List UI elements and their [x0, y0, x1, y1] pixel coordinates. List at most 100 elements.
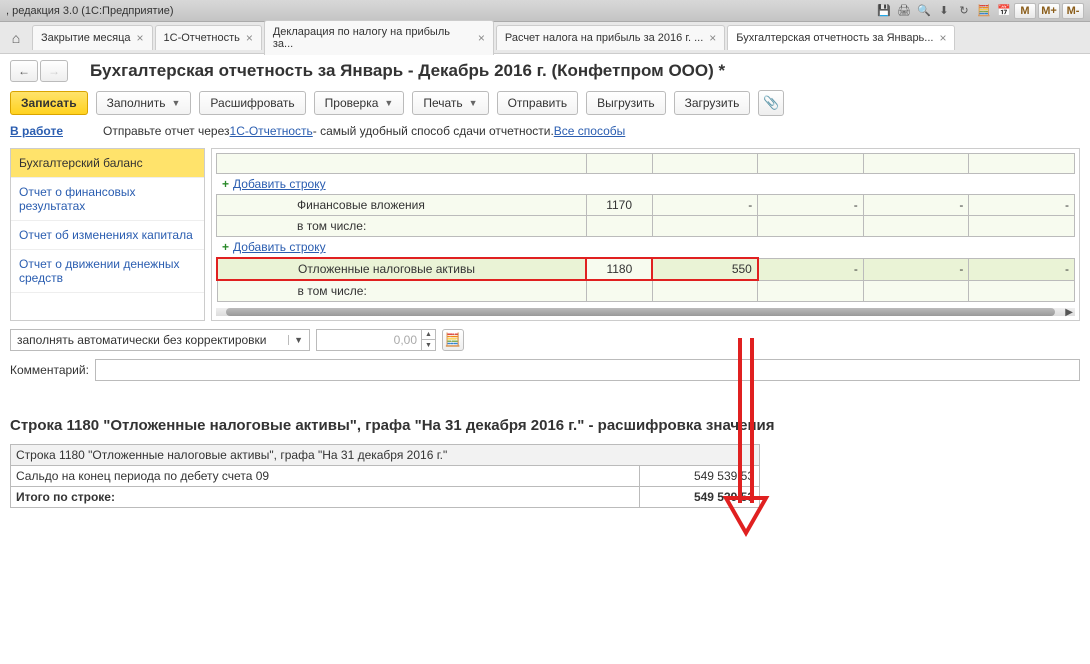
close-icon[interactable]: ×	[137, 31, 144, 45]
tab-accounting-report[interactable]: Бухгалтерская отчетность за Январь... ×	[727, 25, 955, 50]
scroll-right-icon[interactable]: ▶	[1065, 307, 1073, 318]
cell-code: 1170	[586, 195, 652, 216]
breakdown-header-text: Строка 1180 "Отложенные налоговые активы…	[11, 445, 760, 466]
refresh-icon[interactable]: ↻	[956, 3, 972, 19]
row-fin-invest[interactable]: Финансовые вложения 1170 ----	[217, 195, 1075, 216]
tab-label: Расчет налога на прибыль за 2016 г. ...	[505, 32, 703, 44]
add-row-link[interactable]: + Добавить строку	[216, 174, 1075, 194]
close-icon[interactable]: ×	[246, 31, 253, 45]
breakdown-header: Строка 1180 "Отложенные налоговые активы…	[11, 445, 760, 466]
row-including[interactable]: в том числе:	[217, 216, 1075, 237]
cell-name: в том числе:	[217, 280, 586, 302]
cell-name: в том числе:	[217, 216, 587, 237]
select-value: заполнять автоматически без корректировк…	[17, 333, 267, 347]
cell-code: 1180	[586, 258, 652, 280]
import-button[interactable]: Загрузить	[674, 91, 751, 115]
fill-label: Заполнить	[107, 96, 166, 110]
add-row-label: Добавить строку	[233, 177, 326, 191]
tab-tax-calc[interactable]: Расчет налога на прибыль за 2016 г. ... …	[496, 25, 725, 50]
decode-button[interactable]: Расшифровать	[199, 91, 305, 115]
fill-button[interactable]: Заполнить ▼	[96, 91, 192, 115]
comment-input[interactable]	[95, 359, 1080, 381]
input-placeholder: 0,00	[317, 333, 421, 347]
export-button[interactable]: Выгрузить	[586, 91, 666, 115]
balance-grid[interactable]	[216, 153, 1075, 174]
breakdown-section: Строка 1180 "Отложенные налоговые активы…	[0, 407, 1090, 518]
tab-bar: ⌂ Закрытие месяца × 1С-Отчетность × Декл…	[0, 22, 1090, 54]
breakdown-total-label: Итого по строке:	[11, 487, 640, 508]
breakdown-title: Строка 1180 "Отложенные налоговые активы…	[10, 417, 1080, 434]
breakdown-total-value: 549 539,53	[640, 487, 760, 508]
print-icon[interactable]: 🖨	[896, 3, 912, 19]
breakdown-row-label: Сальдо на конец периода по дебету счета …	[11, 466, 640, 487]
comment-label: Комментарий:	[10, 363, 89, 377]
nav-back-button[interactable]: ←	[10, 60, 38, 82]
memory-m-button[interactable]: M	[1014, 3, 1036, 19]
save-button[interactable]: Записать	[10, 91, 88, 115]
breakdown-total-row: Итого по строке: 549 539,53	[11, 487, 760, 508]
download-icon[interactable]: ⬇	[936, 3, 952, 19]
sidebar-item-balance[interactable]: Бухгалтерский баланс	[11, 149, 204, 178]
attachment-button[interactable]: 📎	[758, 90, 784, 116]
breakdown-table: Строка 1180 "Отложенные налоговые активы…	[10, 444, 760, 508]
home-icon[interactable]: ⌂	[4, 26, 28, 50]
chevron-down-icon: ▼	[469, 98, 478, 108]
spinner[interactable]: ▲▼	[421, 330, 435, 350]
breakdown-row-value: 549 539,53	[640, 466, 760, 487]
app-title: , редакция 3.0 (1С:Предприятие)	[6, 0, 174, 22]
plus-icon: +	[222, 177, 229, 191]
cell-name: Финансовые вложения	[217, 195, 587, 216]
tab-label: Декларация по налогу на прибыль за...	[273, 26, 472, 50]
add-row-link[interactable]: + Добавить строку	[216, 237, 1075, 257]
fill-mode-select[interactable]: заполнять автоматически без корректировк…	[10, 329, 310, 351]
tab-label: Бухгалтерская отчетность за Январь...	[736, 32, 933, 44]
spin-down-icon[interactable]: ▼	[422, 340, 435, 350]
status-text: Отправьте отчет через	[103, 124, 230, 138]
page-title: Бухгалтерская отчетность за Январь - Дек…	[90, 61, 725, 81]
sidebar-item-capital[interactable]: Отчет об изменениях капитала	[11, 221, 204, 250]
add-row-label: Добавить строку	[233, 240, 326, 254]
calculator-icon[interactable]: 🧮	[442, 329, 464, 351]
check-button[interactable]: Проверка ▼	[314, 91, 405, 115]
check-label: Проверка	[325, 96, 379, 110]
save-icon[interactable]: 💾	[876, 3, 892, 19]
tab-label: Закрытие месяца	[41, 32, 131, 44]
chevron-down-icon: ▼	[288, 335, 303, 345]
window-titlebar: , редакция 3.0 (1С:Предприятие) 💾 🖨 🔍 ⬇ …	[0, 0, 1090, 22]
close-icon[interactable]: ×	[478, 31, 485, 45]
status-text2: - самый удобный способ сдачи отчетности.	[313, 124, 554, 138]
status-row: В работе Отправьте отчет через 1С-Отчетн…	[10, 124, 1080, 138]
close-icon[interactable]: ×	[939, 31, 946, 45]
cell-value: 550	[652, 258, 758, 280]
close-icon[interactable]: ×	[709, 31, 716, 45]
memory-mminus-button[interactable]: M-	[1062, 3, 1084, 19]
tab-declaration[interactable]: Декларация по налогу на прибыль за... ×	[264, 20, 494, 55]
link-1c-reporting[interactable]: 1С-Отчетность	[230, 124, 313, 138]
nav-forward-button[interactable]: →	[40, 60, 68, 82]
send-button[interactable]: Отправить	[497, 91, 579, 115]
plus-icon: +	[222, 240, 229, 254]
print-label: Печать	[423, 96, 462, 110]
status-link[interactable]: В работе	[10, 124, 63, 138]
row-deferred-tax-assets[interactable]: Отложенные налоговые активы 1180 550 ---	[217, 258, 1075, 280]
amount-input[interactable]: 0,00 ▲▼	[316, 329, 436, 351]
tab-month-close[interactable]: Закрытие месяца ×	[32, 25, 153, 50]
report-grid-area: + Добавить строку Финансовые вложения 117…	[211, 148, 1080, 321]
sidebar-item-cashflow[interactable]: Отчет о движении денежных средств	[11, 250, 204, 293]
spin-up-icon[interactable]: ▲	[422, 330, 435, 340]
chevron-down-icon: ▼	[172, 98, 181, 108]
memory-mplus-button[interactable]: M+	[1038, 3, 1060, 19]
scrollbar-thumb[interactable]	[226, 308, 1055, 316]
horizontal-scrollbar[interactable]: ▶	[216, 308, 1075, 316]
chevron-down-icon: ▼	[384, 98, 393, 108]
search-icon[interactable]: 🔍	[916, 3, 932, 19]
calculator-icon[interactable]: 🧮	[976, 3, 992, 19]
breakdown-row[interactable]: Сальдо на конец периода по дебету счета …	[11, 466, 760, 487]
tab-1c-reporting[interactable]: 1С-Отчетность ×	[155, 25, 262, 50]
print-button[interactable]: Печать ▼	[412, 91, 488, 115]
calendar-icon[interactable]: 📅	[996, 3, 1012, 19]
link-all-methods[interactable]: Все способы	[554, 124, 626, 138]
sidebar-item-finresults[interactable]: Отчет о финансовых результатах	[11, 178, 204, 221]
row-including[interactable]: в том числе:	[217, 280, 1075, 302]
cell-name: Отложенные налоговые активы	[217, 258, 586, 280]
